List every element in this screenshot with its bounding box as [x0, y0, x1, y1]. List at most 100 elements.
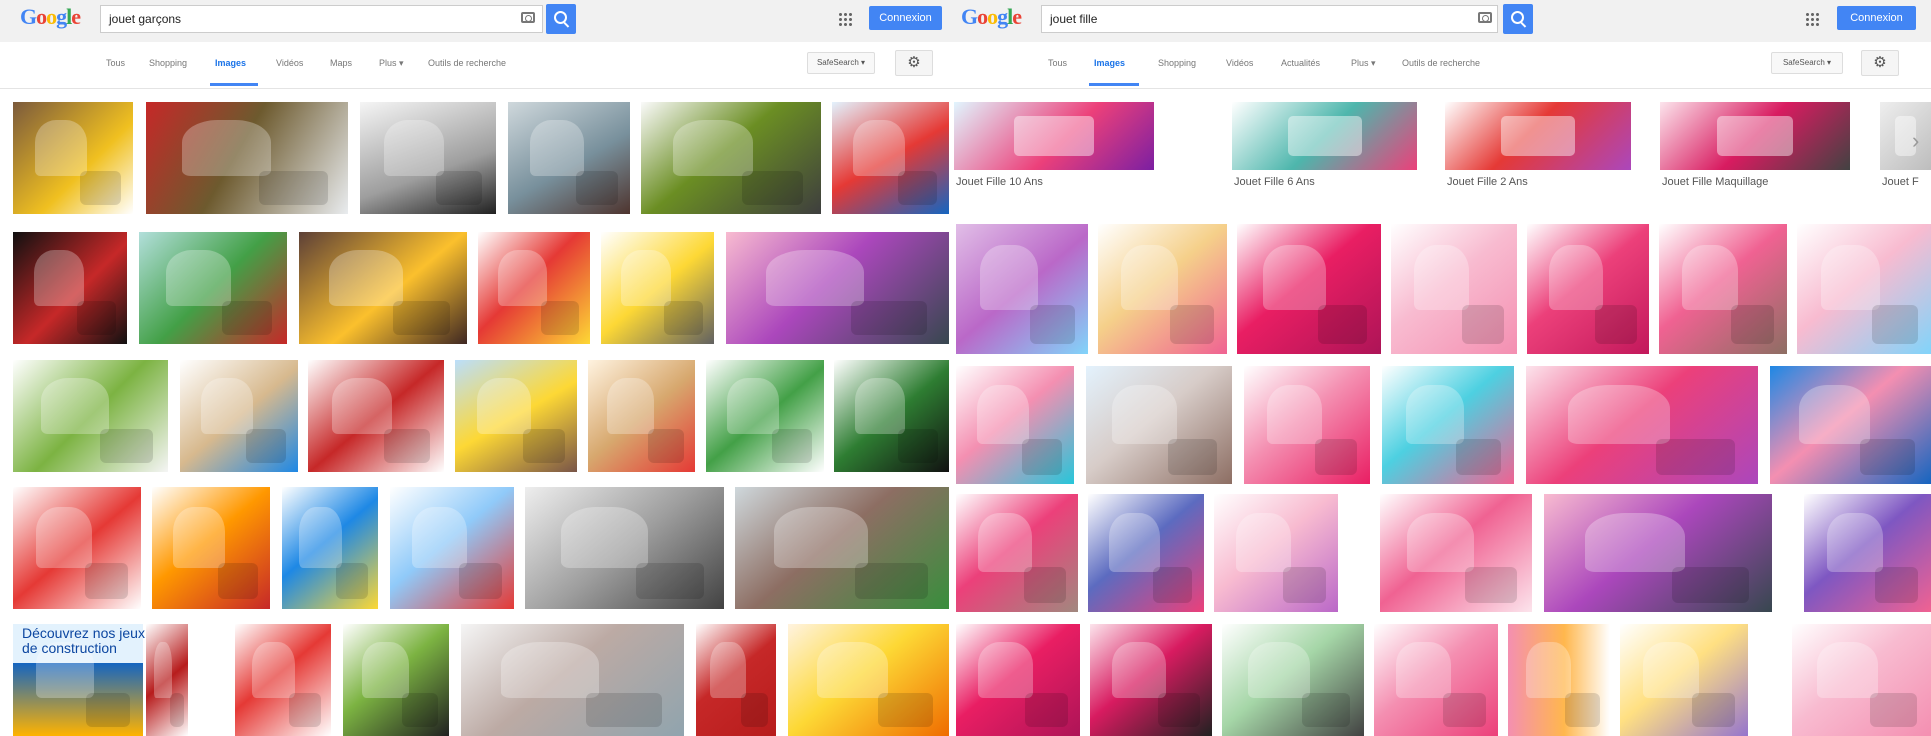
- tab-all[interactable]: Tous: [1048, 58, 1067, 68]
- active-tab-indicator: [210, 83, 258, 86]
- search-icon: [1511, 11, 1524, 24]
- tab-maps[interactable]: Maps: [330, 58, 352, 68]
- result-image[interactable]: [1237, 224, 1381, 354]
- result-image[interactable]: [1544, 494, 1772, 612]
- result-image[interactable]: [1090, 624, 1212, 736]
- result-image[interactable]: [1214, 494, 1338, 612]
- result-image[interactable]: [956, 624, 1080, 736]
- result-image[interactable]: [588, 360, 695, 472]
- related-search-item[interactable]: Jouet Fille Maquillage: [1660, 102, 1850, 198]
- result-image[interactable]: [706, 360, 824, 472]
- related-search-item[interactable]: Jouet Fille 6 Ans: [1232, 102, 1417, 198]
- signin-button[interactable]: Connexion: [1837, 6, 1916, 30]
- tab-images[interactable]: Images: [215, 58, 246, 68]
- result-image[interactable]: [478, 232, 590, 344]
- tab-search-tools[interactable]: Outils de recherche: [1402, 58, 1480, 68]
- result-image[interactable]: [1659, 224, 1787, 354]
- safesearch-dropdown[interactable]: SafeSearch ▾: [1771, 52, 1843, 74]
- tab-more[interactable]: Plus ▾: [1351, 58, 1376, 69]
- result-image[interactable]: [956, 494, 1078, 612]
- result-image[interactable]: [1391, 224, 1517, 354]
- result-image[interactable]: [1508, 624, 1610, 736]
- tab-more[interactable]: Plus ▾: [379, 58, 404, 69]
- result-image[interactable]: [1526, 366, 1758, 484]
- result-image[interactable]: [735, 487, 949, 609]
- search-button[interactable]: [1503, 4, 1533, 34]
- tab-news[interactable]: Actualités: [1281, 58, 1320, 68]
- search-tabs: Tous Images Shopping Vidéos Actualités P…: [954, 42, 1931, 89]
- result-image[interactable]: [1086, 366, 1232, 484]
- result-image[interactable]: [13, 487, 141, 609]
- result-image[interactable]: [1804, 494, 1931, 612]
- result-image[interactable]: [299, 232, 467, 344]
- chevron-right-icon[interactable]: ›: [1912, 128, 1919, 154]
- result-image[interactable]: [1382, 366, 1514, 484]
- result-image[interactable]: [1098, 224, 1227, 354]
- result-image[interactable]: [146, 102, 348, 214]
- tab-shopping[interactable]: Shopping: [149, 58, 187, 68]
- related-search-image: [1232, 102, 1417, 170]
- result-image[interactable]: [1088, 494, 1204, 612]
- result-image[interactable]: [1380, 494, 1532, 612]
- result-image[interactable]: [1527, 224, 1649, 354]
- result-image[interactable]: [696, 624, 776, 736]
- related-search-image: [1660, 102, 1850, 170]
- related-search-item[interactable]: Jouet Fille 2 Ans: [1445, 102, 1631, 198]
- apps-grid-icon[interactable]: [1805, 12, 1819, 26]
- result-image[interactable]: [13, 102, 133, 214]
- result-image[interactable]: [601, 232, 714, 344]
- related-search-item[interactable]: Jouet F: [1880, 102, 1931, 198]
- result-image[interactable]: [1244, 366, 1370, 484]
- gear-icon[interactable]: ⚙: [895, 50, 933, 76]
- result-image[interactable]: [956, 224, 1088, 354]
- apps-grid-icon[interactable]: [838, 12, 852, 26]
- result-image[interactable]: [13, 232, 127, 344]
- tab-images[interactable]: Images: [1094, 58, 1125, 68]
- result-image[interactable]: [139, 232, 287, 344]
- search-tabs: Tous Shopping Images Vidéos Maps Plus ▾ …: [0, 42, 954, 89]
- search-button[interactable]: [546, 4, 576, 34]
- search-input[interactable]: jouet fille: [1041, 5, 1498, 33]
- signin-button[interactable]: Connexion: [869, 6, 942, 30]
- related-search-item[interactable]: Jouet Fille 10 Ans: [954, 102, 1154, 198]
- result-image[interactable]: [832, 102, 949, 214]
- result-image[interactable]: [235, 624, 331, 736]
- result-image[interactable]: [726, 232, 949, 344]
- result-image[interactable]: [1792, 624, 1931, 736]
- tab-all[interactable]: Tous: [106, 58, 125, 68]
- result-image[interactable]: [525, 487, 724, 609]
- result-image[interactable]: [282, 487, 378, 609]
- tab-videos[interactable]: Vidéos: [1226, 58, 1253, 68]
- result-image[interactable]: [641, 102, 821, 214]
- result-image[interactable]: [146, 624, 188, 736]
- result-image[interactable]: [1374, 624, 1498, 736]
- related-search-label: Jouet Fille 10 Ans: [956, 176, 1043, 188]
- result-image[interactable]: [788, 624, 949, 736]
- result-image[interactable]: [360, 102, 496, 214]
- camera-icon[interactable]: [1478, 12, 1492, 23]
- result-image[interactable]: [956, 366, 1074, 484]
- safesearch-dropdown[interactable]: SafeSearch ▾: [807, 52, 875, 74]
- gear-icon[interactable]: ⚙: [1861, 50, 1899, 76]
- search-input[interactable]: jouet garçons: [100, 5, 543, 33]
- result-image[interactable]: [1222, 624, 1364, 736]
- result-image[interactable]: [180, 360, 298, 472]
- result-image[interactable]: [308, 360, 444, 472]
- tab-videos[interactable]: Vidéos: [276, 58, 303, 68]
- result-image[interactable]: [1797, 224, 1931, 354]
- result-image[interactable]: [455, 360, 577, 472]
- camera-icon[interactable]: [521, 12, 535, 23]
- result-image[interactable]: [343, 624, 449, 736]
- result-image[interactable]: [152, 487, 270, 609]
- result-image[interactable]: [1620, 624, 1748, 736]
- google-logo[interactable]: Google: [20, 4, 81, 30]
- result-image[interactable]: [1770, 366, 1931, 484]
- google-logo[interactable]: Google: [961, 4, 1022, 30]
- result-image[interactable]: [390, 487, 514, 609]
- tab-search-tools[interactable]: Outils de recherche: [428, 58, 506, 68]
- result-image[interactable]: [834, 360, 949, 472]
- result-image[interactable]: [461, 624, 684, 736]
- result-image[interactable]: [508, 102, 630, 214]
- result-image[interactable]: [13, 360, 168, 472]
- tab-shopping[interactable]: Shopping: [1158, 58, 1196, 68]
